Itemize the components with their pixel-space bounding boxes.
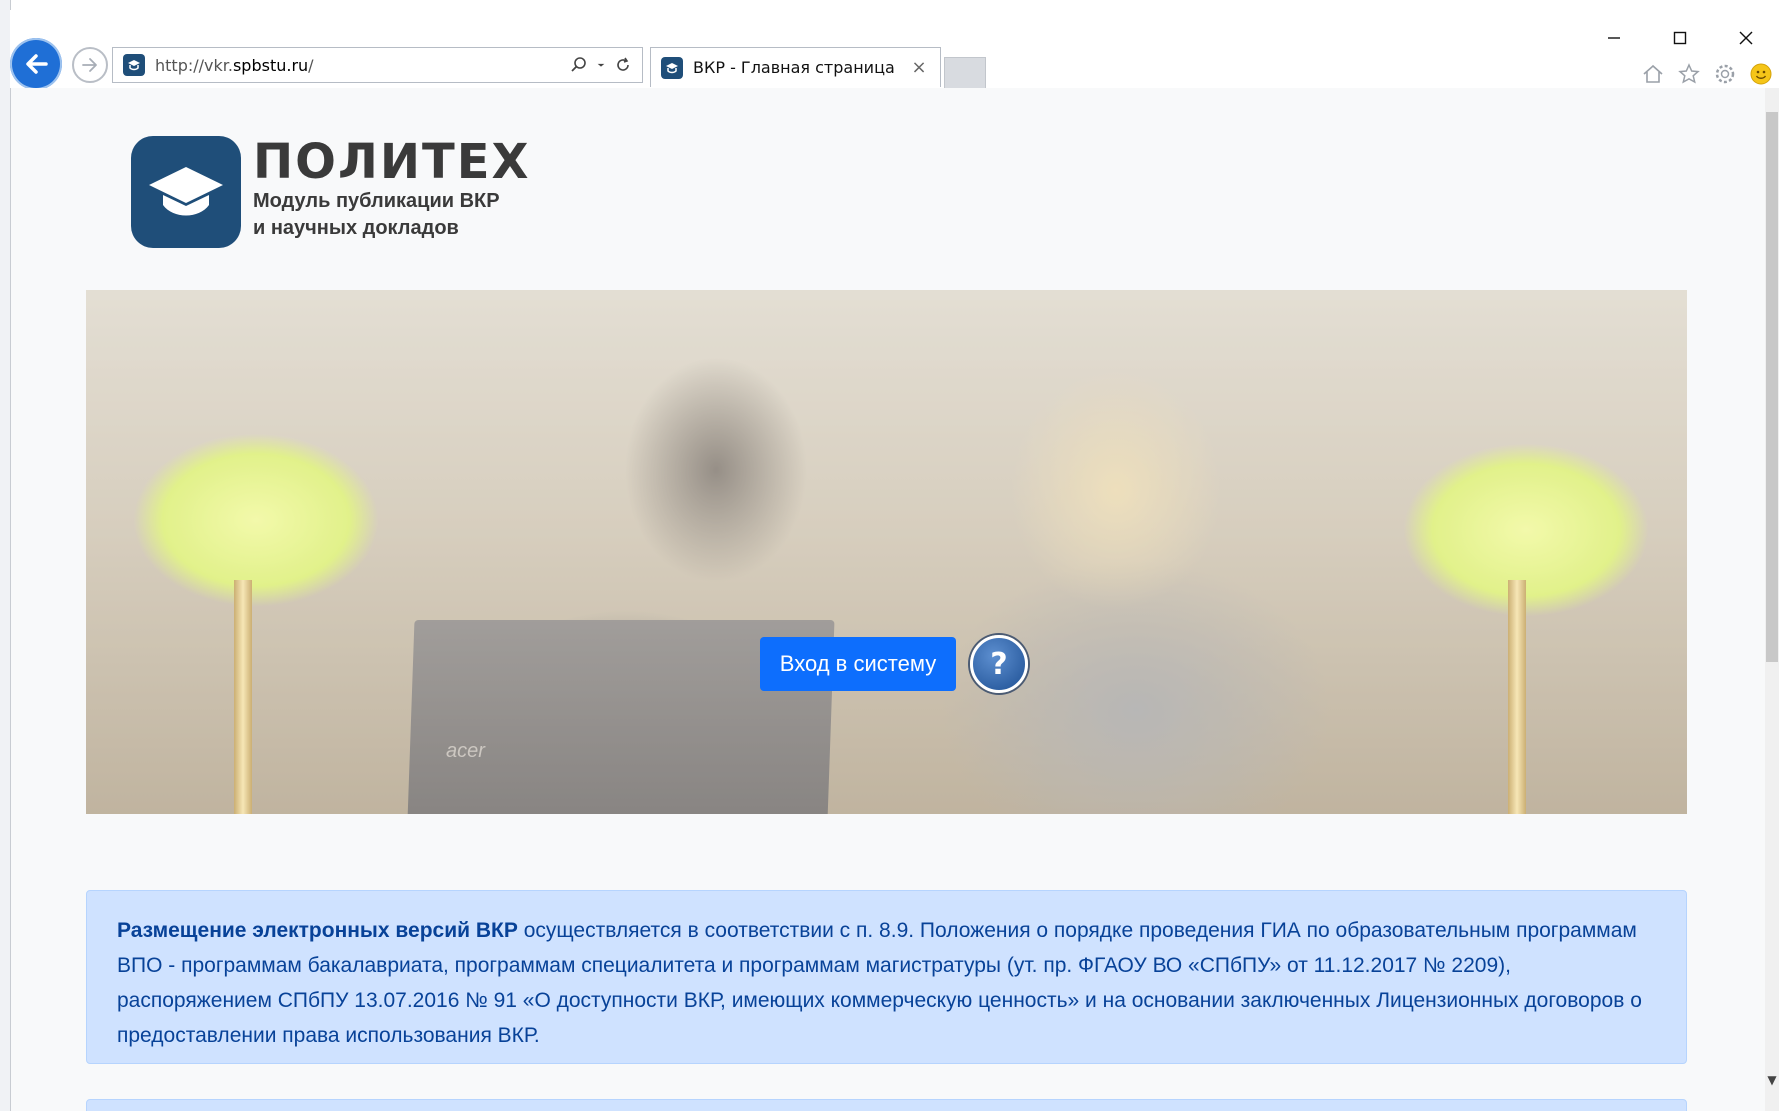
maximize-icon	[1673, 31, 1687, 45]
logo-text: ПОЛИТЕХ Модуль публикации ВКР и научных …	[253, 136, 531, 242]
settings-gear-icon	[1715, 64, 1735, 84]
dropdown-icon[interactable]	[596, 56, 606, 74]
login-button[interactable]: Вход в систему	[760, 637, 956, 691]
settings-button[interactable]	[1713, 62, 1737, 86]
help-button[interactable]: ?	[970, 635, 1028, 693]
scroll-thumb[interactable]	[1766, 112, 1778, 662]
maximize-button[interactable]	[1647, 18, 1713, 58]
window-top	[0, 0, 1779, 10]
site-favicon-icon	[123, 54, 145, 76]
url-prefix: http://vkr.	[155, 55, 233, 75]
url-text[interactable]: http://vkr.spbstu.ru/	[155, 56, 570, 75]
home-icon	[1643, 64, 1663, 83]
tab-title: ВКР - Главная страница	[693, 58, 895, 77]
window-left-edge	[0, 0, 11, 1111]
tab-close-button[interactable]: ×	[908, 57, 930, 79]
feedback-button[interactable]	[1749, 62, 1773, 86]
page-viewport: ПОЛИТЕХ Модуль публикации ВКР и научных …	[11, 88, 1765, 1111]
scroll-down-arrow-icon[interactable]: ▼	[1765, 1070, 1779, 1090]
minimize-button[interactable]	[1581, 18, 1647, 58]
site-logo[interactable]: ПОЛИТЕХ Модуль публикации ВКР и научных …	[131, 136, 531, 248]
second-alert	[86, 1099, 1687, 1111]
window-controls	[1581, 18, 1779, 58]
url-domain: spbstu.ru	[232, 55, 309, 75]
close-window-button[interactable]	[1713, 18, 1779, 58]
url-suffix: /	[308, 55, 314, 75]
browser-chrome: http://vkr.spbstu.ru/ ВКР - Главная стра…	[10, 10, 1779, 95]
search-icon[interactable]	[570, 56, 588, 74]
graduation-cap-logo-icon	[131, 136, 241, 248]
refresh-icon[interactable]	[614, 56, 632, 74]
address-tools	[570, 56, 632, 74]
info-bold-lead: Размещение электронных версий ВКР	[117, 919, 518, 942]
forward-button[interactable]	[72, 47, 108, 83]
logo-subtitle-line1: Модуль публикации ВКР	[253, 190, 500, 212]
favorites-button[interactable]	[1677, 62, 1701, 86]
info-alert: Размещение электронных версий ВКР осущес…	[86, 890, 1687, 1064]
back-button[interactable]	[10, 38, 62, 90]
tab-favicon-icon	[661, 56, 683, 79]
hero-banner: acer Вход в систему ?	[86, 290, 1687, 814]
back-arrow-icon	[26, 54, 48, 74]
forward-arrow-icon	[82, 58, 97, 72]
hero-overlay	[86, 290, 1687, 814]
minimize-icon	[1608, 37, 1620, 39]
close-icon	[1739, 31, 1753, 45]
address-bar[interactable]: http://vkr.spbstu.ru/	[112, 47, 643, 83]
favorites-star-icon	[1678, 63, 1700, 84]
tab-main-page[interactable]: ВКР - Главная страница ×	[650, 47, 941, 87]
home-button[interactable]	[1641, 62, 1665, 86]
logo-title: ПОЛИТЕХ	[253, 134, 531, 190]
smiley-feedback-icon	[1750, 63, 1772, 85]
logo-subtitle-line2: и научных докладов	[253, 217, 459, 239]
browser-tools	[1641, 62, 1773, 86]
